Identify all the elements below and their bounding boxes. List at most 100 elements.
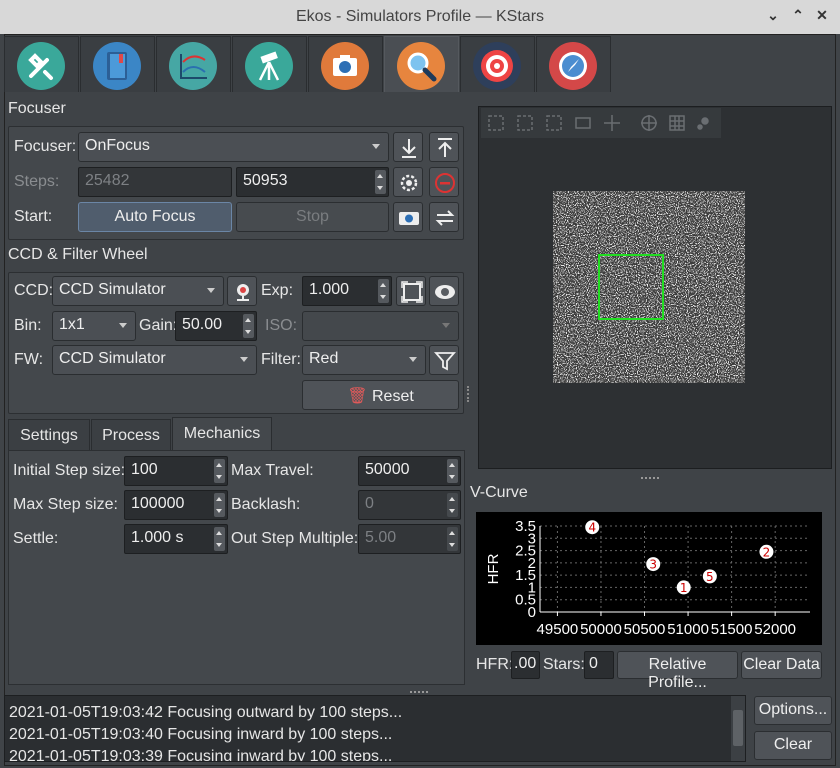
y-axis-label: HFR — [485, 553, 502, 584]
binning-select[interactable]: 1x1 — [52, 311, 136, 341]
tab-mount[interactable] — [232, 36, 307, 92]
initial-step-value: 100 — [131, 461, 158, 478]
reset-button[interactable]: 🗑 Reset — [302, 380, 459, 410]
mount-icon — [245, 42, 293, 90]
initial-step-spinner[interactable] — [214, 459, 225, 483]
out-step-spinner[interactable] — [447, 527, 458, 551]
exposure-spinner[interactable] — [378, 279, 389, 303]
star-filter-icon — [435, 285, 455, 299]
ccd-options-button[interactable] — [227, 276, 257, 306]
stop-focus-button[interactable]: Stop — [236, 202, 389, 232]
tools-icon — [17, 42, 65, 90]
camera-icon — [321, 42, 369, 90]
log-scrollbar-thumb[interactable] — [733, 710, 743, 746]
max-travel-field[interactable]: 50000 — [358, 456, 461, 486]
vcurve-plot[interactable]: 0 0.5 1 1.5 2 2.5 3 3.5 49500 50000 50500 51000 5150… — [476, 512, 822, 645]
exposure-field[interactable]: 1.000 — [302, 276, 392, 306]
backlash-field[interactable]: 0 — [358, 490, 461, 520]
ccd-section-title: CCD & Filter Wheel — [8, 246, 148, 263]
filter-wheel-value: CCD Simulator — [59, 350, 166, 367]
iso-select[interactable] — [302, 311, 459, 341]
tab-mechanics[interactable]: Mechanics — [172, 417, 272, 451]
max-step-field[interactable]: 100000 — [124, 490, 228, 520]
max-travel-spinner[interactable] — [447, 459, 458, 483]
data-point-label: 1 — [680, 581, 688, 595]
steps-target-field[interactable]: 50953 — [236, 167, 389, 197]
ccd-select-value: CCD Simulator — [59, 281, 166, 298]
splitter-handle-h[interactable] — [641, 477, 659, 479]
focus-in-button[interactable] — [393, 132, 423, 162]
clear-log-button[interactable]: Clear — [754, 731, 832, 760]
splitter-handle-log[interactable] — [410, 691, 428, 693]
auto-focus-button[interactable]: Auto Focus — [78, 202, 232, 232]
filter-settings-button[interactable] — [429, 345, 459, 375]
loop-icon — [435, 210, 455, 226]
arrow-up-icon — [438, 138, 452, 157]
splitter-handle[interactable] — [467, 386, 469, 402]
binning-value: 1x1 — [59, 316, 85, 333]
default-zoom-icon — [546, 115, 562, 131]
settle-field[interactable]: 1.000 s — [124, 524, 228, 554]
out-step-field[interactable]: 5.00 — [358, 524, 461, 554]
filter-wheel-select[interactable]: CCD Simulator — [52, 345, 257, 375]
max-step-value: 100000 — [131, 495, 185, 512]
tab-settings[interactable]: Settings — [8, 419, 90, 451]
gain-field[interactable]: 50.00 — [175, 311, 257, 341]
capture-frame-button[interactable] — [393, 202, 423, 232]
filter-select[interactable]: Red — [302, 345, 426, 375]
ccd-label: CCD: — [14, 282, 54, 299]
minimize-button[interactable]: ⌄ — [764, 7, 782, 24]
close-button[interactable]: ✕ — [813, 7, 831, 24]
chevron-down-icon — [207, 288, 215, 293]
focuser-section-title: Focuser — [8, 100, 66, 117]
bin-label: Bin: — [14, 317, 42, 334]
maximize-button[interactable]: ⌃ — [789, 7, 807, 24]
chevron-down-icon — [409, 357, 417, 362]
backlash-label: Backlash: — [231, 496, 301, 513]
relative-profile-button[interactable]: Relative Profile... — [617, 651, 738, 691]
options-button[interactable]: Options... — [754, 696, 832, 725]
settle-label: Settle: — [13, 530, 59, 547]
loop-button[interactable] — [429, 202, 459, 232]
clear-data-button[interactable]: Clear Data — [741, 651, 822, 679]
chevron-down-icon — [442, 323, 450, 328]
vcurve-chart: 00.511.522.533.549500 50000 50500 51000 5150… — [485, 518, 810, 638]
settle-spinner[interactable] — [214, 527, 225, 551]
log-line: 2021-01-05T19:03:40 Focusing inward by 1… — [9, 726, 393, 743]
tab-focus[interactable] — [384, 36, 459, 92]
reset-button-label: Reset — [371, 388, 414, 405]
frame-icon — [401, 281, 423, 303]
max-travel-label: Max Travel: — [231, 462, 314, 479]
tab-guide[interactable] — [536, 36, 611, 92]
log-scrollbar[interactable] — [731, 696, 745, 761]
abort-goto-button[interactable] — [429, 167, 459, 197]
goto-position-button[interactable] — [393, 167, 423, 197]
tab-process[interactable]: Process — [91, 419, 171, 451]
focus-log[interactable]: 2021-01-05T19:03:42 Focusing outward by … — [4, 695, 746, 762]
x-tick-label: 50500 — [624, 621, 666, 638]
tab-analyze[interactable] — [156, 36, 231, 92]
data-point-label: 5 — [706, 570, 714, 584]
stars-icon — [701, 117, 709, 125]
focuser-select[interactable]: OnFocus — [78, 132, 389, 162]
tab-align[interactable] — [460, 36, 535, 92]
tab-setup[interactable] — [4, 36, 79, 92]
toggle-fullframe-button[interactable] — [396, 276, 426, 306]
focus-out-button[interactable] — [429, 132, 459, 162]
hfr-out-field: .00 — [511, 651, 540, 679]
backlash-spinner[interactable] — [447, 493, 458, 517]
vcurve-title: V-Curve — [470, 484, 528, 501]
focus-image-view[interactable] — [478, 106, 832, 469]
ccd-select[interactable]: CCD Simulator — [52, 276, 224, 306]
gain-spinner[interactable] — [243, 314, 254, 338]
initial-step-label: Initial Step size: — [13, 462, 126, 479]
fw-label: FW: — [14, 351, 44, 368]
steps-spinner[interactable] — [375, 170, 386, 194]
toggle-subframe-button[interactable] — [429, 276, 459, 306]
tab-scheduler[interactable] — [80, 36, 155, 92]
iso-label: ISO: — [265, 317, 298, 334]
max-step-spinner[interactable] — [214, 493, 225, 517]
initial-step-field[interactable]: 100 — [124, 456, 228, 486]
focuser-select-value: OnFocus — [85, 137, 150, 154]
tab-capture[interactable] — [308, 36, 383, 92]
